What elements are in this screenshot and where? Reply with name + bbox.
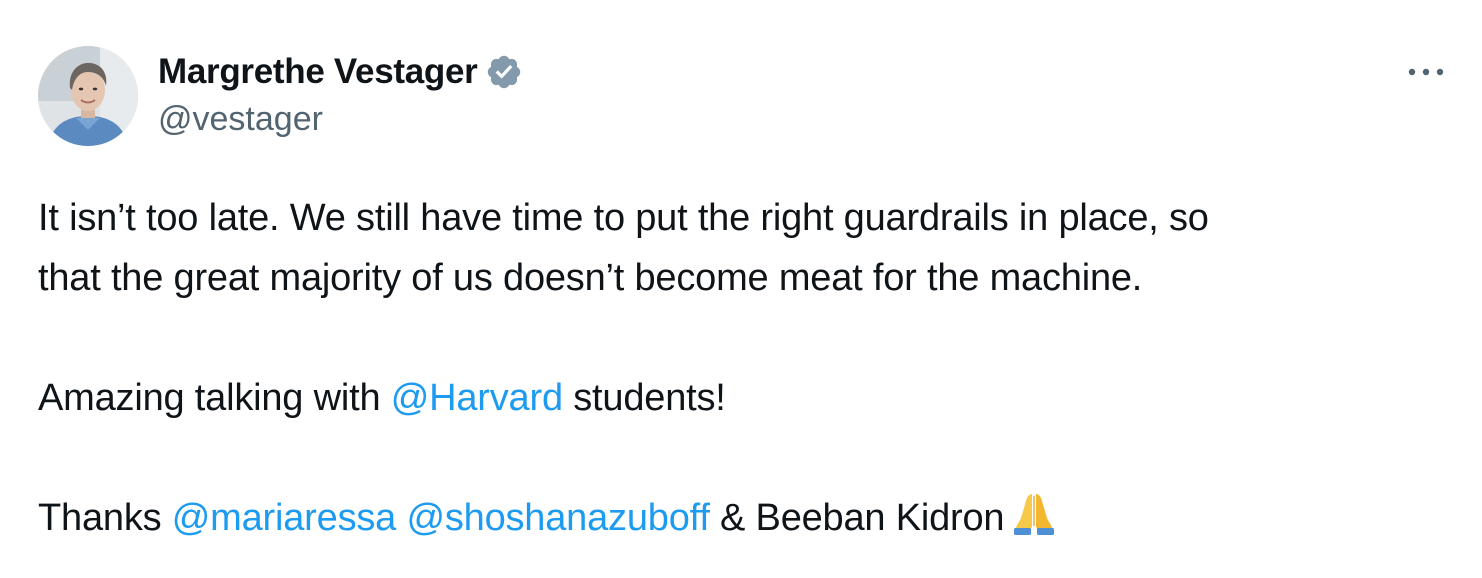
more-options-button[interactable] [1404,54,1448,90]
verified-badge-icon [485,53,523,91]
tweet-line-4-prefix: Thanks [38,497,172,539]
author-display-name[interactable]: Margrethe Vestager [158,52,478,92]
avatar[interactable] [38,46,138,146]
mention-harvard-link[interactable]: @Harvard [391,377,563,419]
tweet-line-1: It isn’t too late. We still have time to… [38,197,1209,239]
avatar-image [38,46,138,146]
tweet-line-3-suffix: students! [562,377,726,419]
more-dots-icon [1408,68,1444,76]
tweet-line-3: Amazing talking with @Harvard students! [38,368,1458,428]
tweet-line-3-prefix: Amazing talking with [38,377,391,419]
mention-shoshanazuboff-link[interactable]: @shoshanazuboff [406,497,709,539]
author-handle[interactable]: @vestager [158,100,323,139]
author-name-row: Margrethe Vestager [158,50,523,94]
mention-mariaressa-link[interactable]: @mariaressa [172,497,397,539]
tweet-line-4-suffix: & Beeban Kidron [709,497,1005,539]
tweet-card: Margrethe Vestager @vestager It isn’t to… [0,0,1482,578]
folded-hands-emoji-icon [1010,488,1058,536]
tweet-line-2: that the great majority of us doesn’t be… [38,257,1143,299]
tweet-line-4: Thanks @mariaressa @shoshanazuboff & Bee… [38,488,1458,548]
tweet-text: It isn’t too late. We still have time to… [38,188,1458,548]
